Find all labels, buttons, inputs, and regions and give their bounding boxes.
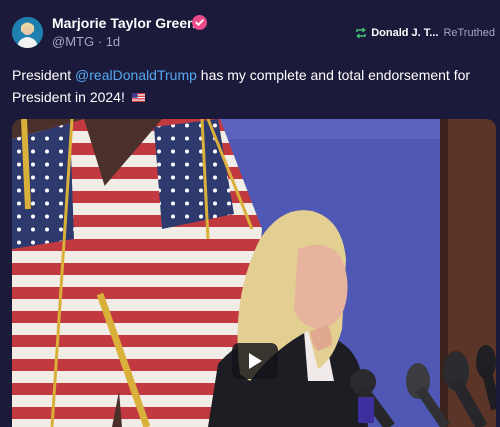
- verified-badge-icon: [192, 15, 207, 30]
- us-flag-emoji-icon: [131, 93, 145, 102]
- post-text: President @realDonaldTrump has my comple…: [12, 64, 482, 108]
- retruth-user[interactable]: Donald J. T...: [371, 27, 438, 39]
- retruth-icon: [356, 27, 367, 39]
- truth-post: Marjorie Taylor Greene @MTG · 1d Donald …: [0, 0, 500, 427]
- post-meta: @MTG · 1d: [52, 34, 120, 49]
- play-icon: [249, 353, 262, 369]
- video-thumbnail: [12, 119, 496, 427]
- author-handle[interactable]: @MTG: [52, 34, 94, 49]
- play-button[interactable]: [232, 343, 278, 379]
- author-name[interactable]: Marjorie Taylor Greene: [52, 15, 203, 31]
- video-media[interactable]: [12, 119, 496, 427]
- post-text-prefix: President: [12, 67, 76, 83]
- meta-separator: ·: [97, 34, 103, 49]
- avatar[interactable]: [12, 17, 43, 48]
- mention-link[interactable]: @realDonaldTrump: [75, 67, 197, 83]
- post-age[interactable]: 1d: [106, 34, 120, 49]
- retruth-indicator[interactable]: Donald J. T... ReTruthed: [355, 27, 495, 39]
- retruth-label: ReTruthed: [443, 27, 495, 39]
